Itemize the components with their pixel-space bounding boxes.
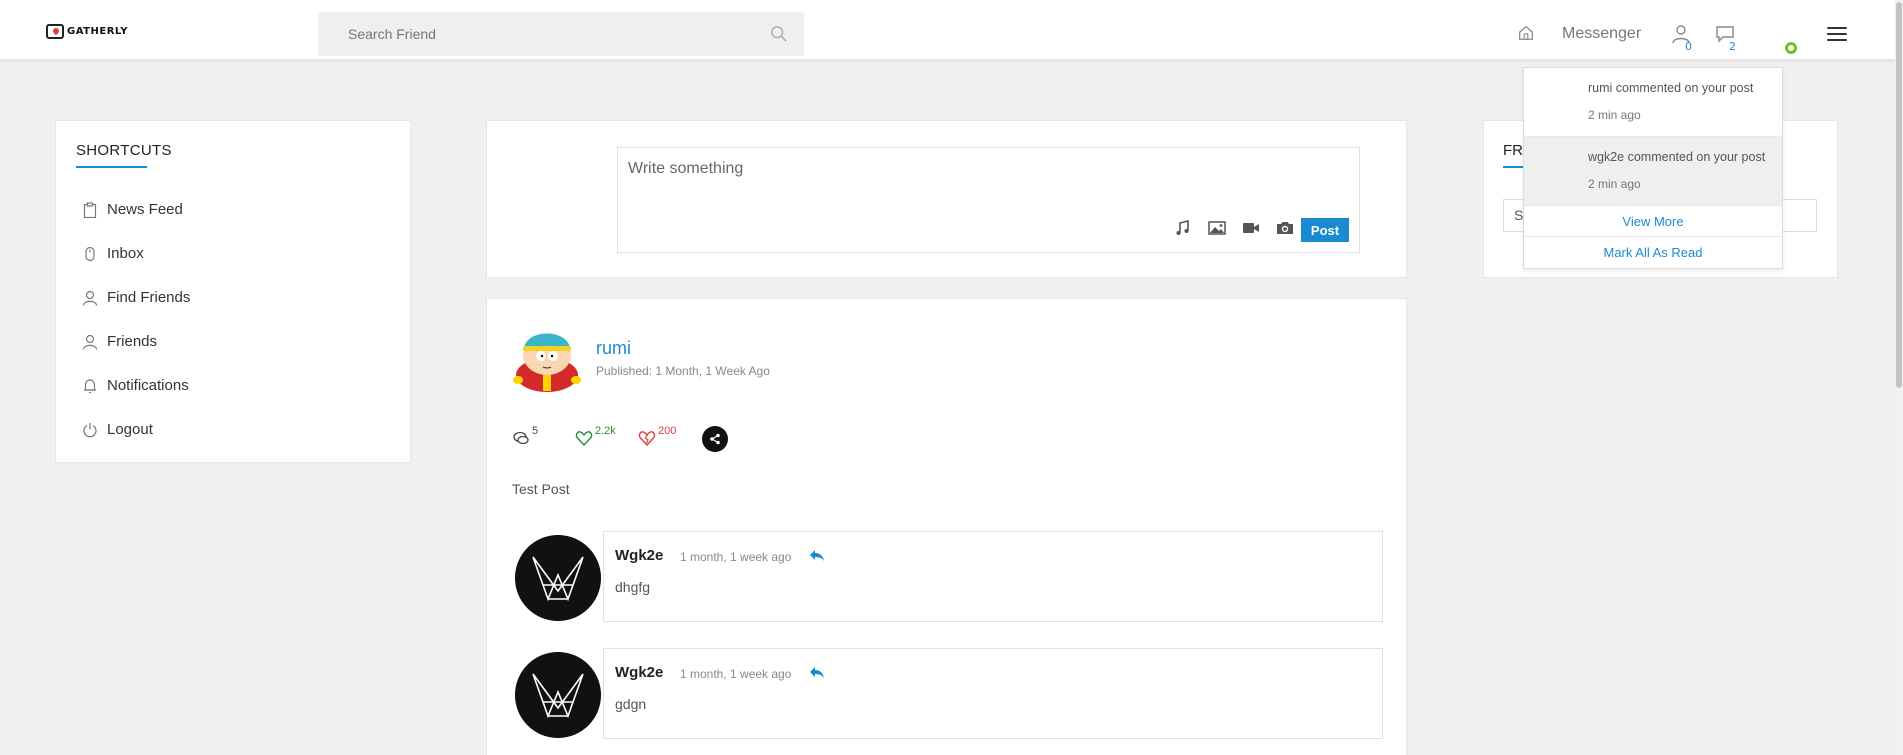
composer-attachments xyxy=(1173,219,1295,237)
comment-time: 1 month, 1 week ago xyxy=(680,667,792,681)
comment-item: Wgk2e 1 month, 1 week ago gdgn xyxy=(603,648,1383,739)
reply-icon[interactable] xyxy=(809,548,825,562)
notification-item[interactable]: rumi commented on your post 2 min ago xyxy=(1524,68,1782,137)
shortcut-friends[interactable]: Friends xyxy=(82,333,157,350)
shortcut-logout[interactable]: Logout xyxy=(82,421,153,438)
scrollbar-thumb[interactable] xyxy=(1896,2,1902,388)
clipboard-icon xyxy=(83,201,97,218)
notification-message: wgk2e commented on your post xyxy=(1588,150,1766,164)
search-input[interactable] xyxy=(318,12,804,56)
shortcut-label: News Feed xyxy=(107,201,183,218)
logo-text: GATHERLY xyxy=(67,26,128,37)
comments-icon xyxy=(513,431,529,445)
shortcut-label: Friends xyxy=(107,333,158,350)
broken-heart-icon xyxy=(638,431,656,447)
notifications-dropdown: rumi commented on your post 2 min ago wg… xyxy=(1523,67,1783,269)
search-bar xyxy=(318,12,804,56)
mouse-icon xyxy=(85,246,95,261)
view-more-link[interactable]: View More xyxy=(1524,206,1782,237)
music-icon[interactable] xyxy=(1173,219,1193,237)
reply-icon[interactable] xyxy=(809,665,825,679)
user-icon xyxy=(82,334,98,350)
image-icon[interactable] xyxy=(1207,219,1227,237)
commenter-name[interactable]: Wgk2e xyxy=(615,547,663,564)
author-avatar[interactable] xyxy=(512,323,582,393)
likes-stat[interactable]: 2.2k xyxy=(575,425,616,447)
post-card: rumi Published: 1 Month, 1 Week Ago 5 2.… xyxy=(486,298,1407,755)
shortcut-notifications[interactable]: Notifications xyxy=(82,377,189,394)
mark-all-read-link[interactable]: Mark All As Read xyxy=(1524,237,1782,268)
online-status-indicator[interactable] xyxy=(1785,42,1797,54)
notification-message: rumi commented on your post xyxy=(1588,81,1754,95)
post-composer-card: Write something Post xyxy=(486,120,1407,278)
bell-icon xyxy=(84,378,96,393)
loves-stat[interactable]: 200 xyxy=(638,425,676,447)
hamburger-menu-icon[interactable] xyxy=(1827,27,1847,43)
likes-count: 2.2k xyxy=(595,425,616,437)
shortcut-inbox[interactable]: Inbox xyxy=(82,245,144,262)
friend-requests-count: 0 xyxy=(1685,40,1692,53)
shortcut-label: Inbox xyxy=(107,245,144,262)
post-composer[interactable]: Write something Post xyxy=(617,147,1360,253)
shortcut-news-feed[interactable]: News Feed xyxy=(82,201,183,218)
comment-text: gdgn xyxy=(615,696,647,712)
post-author-name[interactable]: rumi xyxy=(596,338,631,359)
user-icon xyxy=(82,290,98,306)
friends-search-text: S xyxy=(1514,207,1524,223)
friends-panel-title: FR xyxy=(1503,142,1523,159)
shortcut-label: Find Friends xyxy=(107,289,191,306)
comment-text: dhgfg xyxy=(615,579,651,595)
notification-time: 2 min ago xyxy=(1588,108,1641,122)
composer-input[interactable]: Write something xyxy=(628,160,743,178)
gatherly-logo[interactable]: GATHERLY xyxy=(46,24,128,39)
share-button[interactable] xyxy=(702,426,728,452)
shortcut-label: Notifications xyxy=(107,377,189,394)
commenter-avatar[interactable] xyxy=(515,535,601,621)
shortcut-label: Logout xyxy=(107,421,153,438)
commenter-avatar[interactable] xyxy=(515,652,601,738)
comments-stat[interactable]: 5 xyxy=(512,425,538,447)
search-icon[interactable] xyxy=(770,25,788,43)
comments-count: 5 xyxy=(532,425,539,437)
loves-count: 200 xyxy=(658,425,677,437)
comment-item: Wgk2e 1 month, 1 week ago dhgfg xyxy=(603,531,1383,622)
post-published-date: Published: 1 Month, 1 Week Ago xyxy=(596,364,770,378)
notification-time: 2 min ago xyxy=(1588,177,1641,191)
notification-item[interactable]: wgk2e commented on your post 2 min ago xyxy=(1524,137,1782,206)
messenger-link[interactable]: Messenger xyxy=(1562,25,1641,43)
title-underline xyxy=(76,166,147,168)
home-icon[interactable] xyxy=(1517,24,1535,42)
camera-icon[interactable] xyxy=(1275,219,1295,237)
page-scrollbar[interactable] xyxy=(1895,0,1903,755)
heart-outline-icon xyxy=(575,431,593,447)
shortcut-find-friends[interactable]: Find Friends xyxy=(82,289,190,306)
power-icon xyxy=(83,422,97,437)
commenter-name[interactable]: Wgk2e xyxy=(615,664,663,681)
post-button[interactable]: Post xyxy=(1301,218,1349,242)
shortcuts-title: SHORTCUTS xyxy=(76,142,172,159)
post-body: Test Post xyxy=(512,481,570,497)
comment-time: 1 month, 1 week ago xyxy=(680,550,792,564)
messages-count: 2 xyxy=(1729,40,1736,53)
shortcuts-panel: SHORTCUTS News Feed Inbox Find Friends F… xyxy=(55,120,411,463)
top-navbar: GATHERLY Messenger 0 2 xyxy=(0,0,1903,60)
logo-chat-icon xyxy=(46,24,64,39)
share-icon xyxy=(710,433,720,445)
video-icon[interactable] xyxy=(1241,219,1261,237)
